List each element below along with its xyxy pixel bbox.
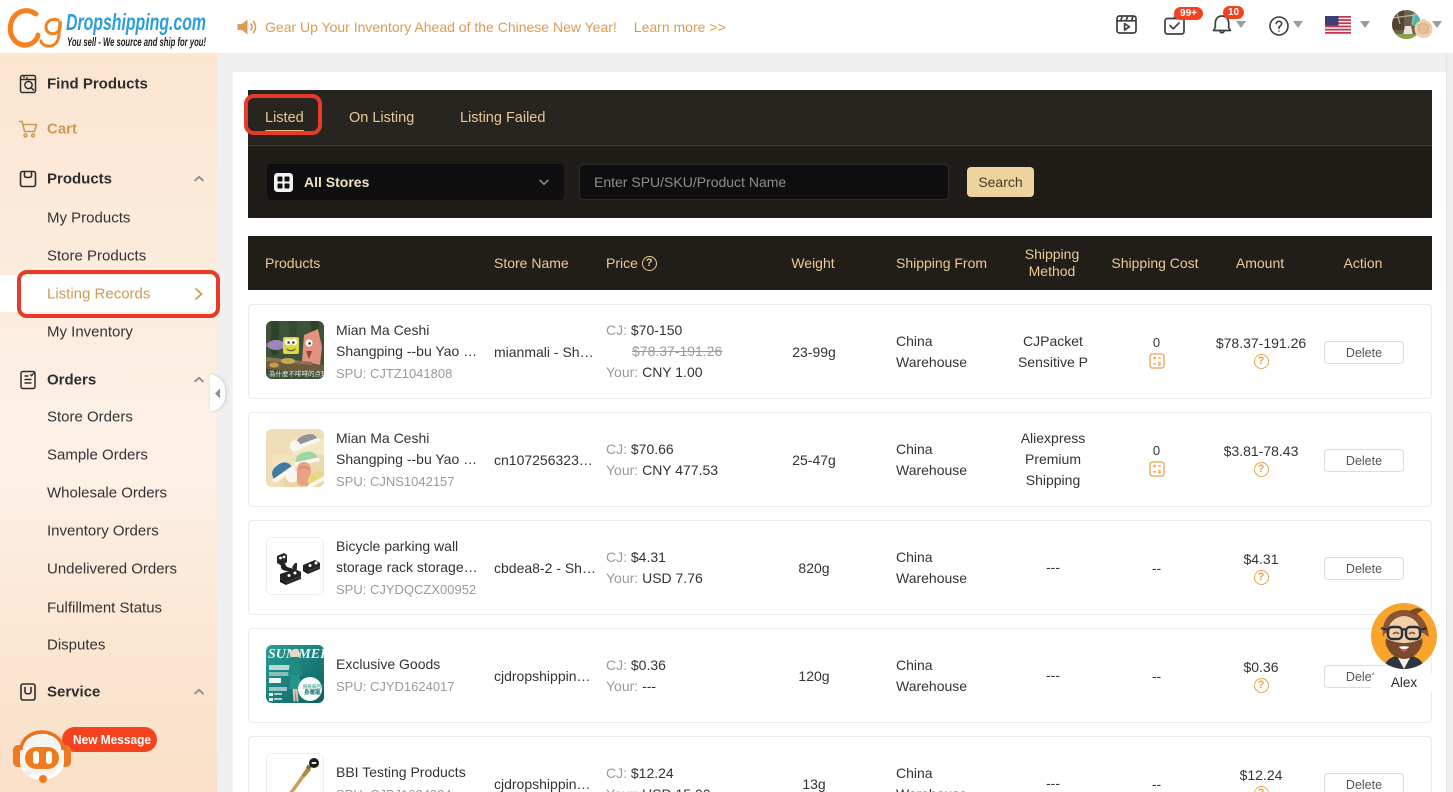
svg-text:抵抵裝回首: 抵抵裝回首 [303, 683, 324, 690]
svg-text:為什麽不啡啡的点球: 為什麽不啡啡的点球 [269, 369, 324, 378]
svg-text:Dropshipping.com: Dropshipping.com [66, 9, 206, 35]
svg-text:身暖瓪: 身暖瓪 [304, 688, 321, 696]
svg-text:New Message: New Message [73, 733, 151, 747]
svg-text:You sell - We source and ship: You sell - We source and ship for you! [67, 37, 206, 49]
